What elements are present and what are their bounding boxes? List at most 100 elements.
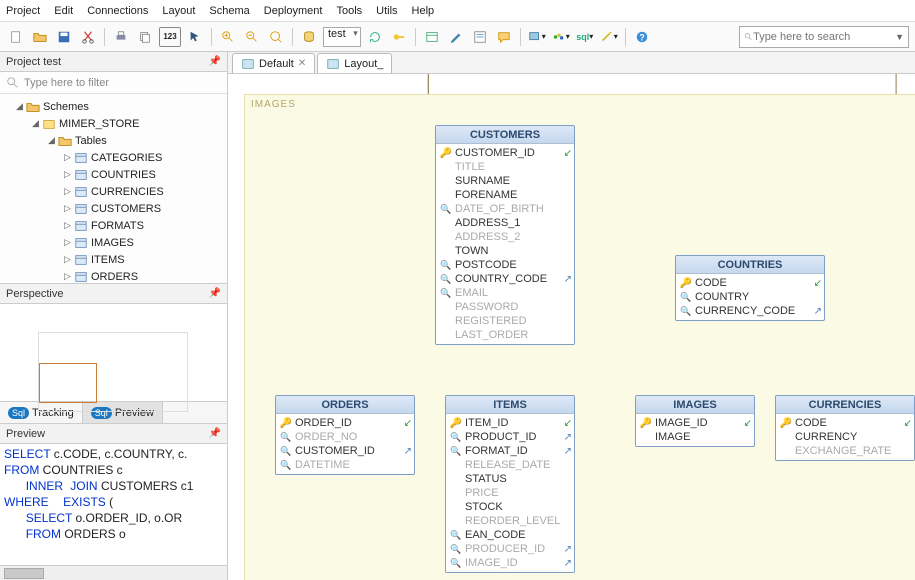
db-combo[interactable]: test: [323, 27, 361, 47]
window-icon[interactable]: ▾: [527, 27, 547, 47]
entity-orders[interactable]: ORDERS🔑ORDER_ID↙🔍ORDER_NO🔍CUSTOMER_ID↗🔍D…: [275, 395, 415, 475]
minimap[interactable]: [0, 304, 227, 401]
field-release_date[interactable]: RELEASE_DATE: [446, 458, 574, 472]
field-currency[interactable]: CURRENCY: [776, 430, 914, 444]
pin-icon[interactable]: 📌: [209, 428, 221, 439]
menu-tools[interactable]: Tools: [336, 5, 362, 17]
field-image_id[interactable]: 🔍IMAGE_ID↗: [446, 556, 574, 570]
scrollbar-h[interactable]: [0, 565, 227, 580]
tree-table-formats[interactable]: ▷FORMATS: [0, 217, 227, 234]
comment-icon[interactable]: [494, 27, 514, 47]
tree-schemes[interactable]: ◢Schemes: [0, 98, 227, 115]
tree-table-images[interactable]: ▷IMAGES: [0, 234, 227, 251]
tree-table-currencies[interactable]: ▷CURRENCIES: [0, 183, 227, 200]
field-country[interactable]: 🔍COUNTRY: [676, 290, 824, 304]
menu-layout[interactable]: Layout: [162, 5, 195, 17]
numeric-icon[interactable]: 123: [159, 27, 181, 47]
field-currency_code[interactable]: 🔍CURRENCY_CODE↗: [676, 304, 824, 318]
tab-default[interactable]: Default✕: [232, 53, 315, 73]
pin-icon[interactable]: 📌: [209, 56, 221, 67]
field-customer_id[interactable]: 🔑CUSTOMER_ID↙: [436, 146, 574, 160]
entity-currencies[interactable]: CURRENCIES🔑CODE↙CURRENCYEXCHANGE_RATE: [775, 395, 915, 461]
field-product_id[interactable]: 🔍PRODUCT_ID↗: [446, 430, 574, 444]
field-code[interactable]: 🔑CODE↙: [676, 276, 824, 290]
field-title[interactable]: TITLE: [436, 160, 574, 174]
save-icon[interactable]: [54, 27, 74, 47]
field-producer_id[interactable]: 🔍PRODUCER_ID↗: [446, 542, 574, 556]
schema-tree[interactable]: ◢Schemes ◢MIMER_STORE ◢Tables ▷CATEGORIE…: [0, 94, 227, 284]
menu-project[interactable]: Project: [6, 5, 40, 17]
search-input[interactable]: [753, 31, 895, 43]
field-datetime[interactable]: 🔍DATETIME: [276, 458, 414, 472]
form-icon[interactable]: [470, 27, 490, 47]
field-email[interactable]: 🔍EMAIL: [436, 286, 574, 300]
refresh-icon[interactable]: [365, 27, 385, 47]
tab-layout[interactable]: Layout_: [317, 53, 392, 73]
pencil-icon[interactable]: [446, 27, 466, 47]
tree-tables[interactable]: ◢Tables: [0, 132, 227, 149]
tree-table-categories[interactable]: ▷CATEGORIES: [0, 149, 227, 166]
field-code[interactable]: 🔑CODE↙: [776, 416, 914, 430]
field-format_id[interactable]: 🔍FORMAT_ID↗: [446, 444, 574, 458]
sql-icon[interactable]: sql▾: [575, 27, 595, 47]
field-surname[interactable]: SURNAME: [436, 174, 574, 188]
pin-icon[interactable]: 📌: [209, 288, 221, 299]
field-order_no[interactable]: 🔍ORDER_NO: [276, 430, 414, 444]
search-box[interactable]: ▼: [739, 26, 909, 48]
entity-customers[interactable]: CUSTOMERS🔑CUSTOMER_ID↙TITLESURNAMEFORENA…: [435, 125, 575, 345]
menu-help[interactable]: Help: [412, 5, 435, 17]
field-postcode[interactable]: 🔍POSTCODE: [436, 258, 574, 272]
field-status[interactable]: STATUS: [446, 472, 574, 486]
menu-schema[interactable]: Schema: [209, 5, 249, 17]
menu-edit[interactable]: Edit: [54, 5, 73, 17]
field-password[interactable]: PASSWORD: [436, 300, 574, 314]
palette-icon[interactable]: ▾: [551, 27, 571, 47]
tree-table-items[interactable]: ▷ITEMS: [0, 251, 227, 268]
entity-images[interactable]: IMAGES🔑IMAGE_ID↙IMAGE: [635, 395, 755, 447]
field-image[interactable]: IMAGE: [636, 430, 754, 444]
zoom-fit-icon[interactable]: [266, 27, 286, 47]
field-price[interactable]: PRICE: [446, 486, 574, 500]
tree-schema[interactable]: ◢MIMER_STORE: [0, 115, 227, 132]
field-town[interactable]: TOWN: [436, 244, 574, 258]
edit-table-icon[interactable]: [422, 27, 442, 47]
close-icon[interactable]: ✕: [298, 58, 306, 69]
field-item_id[interactable]: 🔑ITEM_ID↙: [446, 416, 574, 430]
field-image_id[interactable]: 🔑IMAGE_ID↙: [636, 416, 754, 430]
field-exchange_rate[interactable]: EXCHANGE_RATE: [776, 444, 914, 458]
wand-icon[interactable]: ▾: [599, 27, 619, 47]
field-order_id[interactable]: 🔑ORDER_ID↙: [276, 416, 414, 430]
field-customer_id[interactable]: 🔍CUSTOMER_ID↗: [276, 444, 414, 458]
new-icon[interactable]: [6, 27, 26, 47]
tree-table-countries[interactable]: ▷COUNTRIES: [0, 166, 227, 183]
field-ean_code[interactable]: 🔍EAN_CODE: [446, 528, 574, 542]
field-country_code[interactable]: 🔍COUNTRY_CODE↗: [436, 272, 574, 286]
key-icon[interactable]: [389, 27, 409, 47]
zoom-in-icon[interactable]: [218, 27, 238, 47]
menu-deployment[interactable]: Deployment: [264, 5, 323, 17]
chevron-down-icon[interactable]: ▼: [895, 32, 904, 42]
cut-icon[interactable]: [78, 27, 98, 47]
zoom-out-icon[interactable]: [242, 27, 262, 47]
field-date_of_birth[interactable]: 🔍DATE_OF_BIRTH: [436, 202, 574, 216]
field-forename[interactable]: FORENAME: [436, 188, 574, 202]
field-stock[interactable]: STOCK: [446, 500, 574, 514]
tree-table-orders[interactable]: ▷ORDERS: [0, 268, 227, 284]
menu-utils[interactable]: Utils: [376, 5, 397, 17]
print-icon[interactable]: [111, 27, 131, 47]
field-registered[interactable]: REGISTERED: [436, 314, 574, 328]
pointer-icon[interactable]: [185, 27, 205, 47]
entity-items[interactable]: ITEMS🔑ITEM_ID↙🔍PRODUCT_ID↗🔍FORMAT_ID↗REL…: [445, 395, 575, 573]
tree-table-customers[interactable]: ▷CUSTOMERS: [0, 200, 227, 217]
db-icon[interactable]: [299, 27, 319, 47]
entity-countries[interactable]: COUNTRIES🔑CODE↙🔍COUNTRY🔍CURRENCY_CODE↗: [675, 255, 825, 321]
field-last_order[interactable]: LAST_ORDER: [436, 328, 574, 342]
menu-connections[interactable]: Connections: [87, 5, 148, 17]
field-address_1[interactable]: ADDRESS_1: [436, 216, 574, 230]
filter-box[interactable]: Type here to filter: [0, 72, 227, 94]
diagram-canvas[interactable]: IMAGES CUSTOMERS🔑CUSTOMER_ID↙TITLESURNAM…: [228, 74, 915, 580]
open-icon[interactable]: [30, 27, 50, 47]
copy-icon[interactable]: [135, 27, 155, 47]
field-reorder_level[interactable]: REORDER_LEVEL: [446, 514, 574, 528]
help-icon[interactable]: ?: [632, 27, 652, 47]
